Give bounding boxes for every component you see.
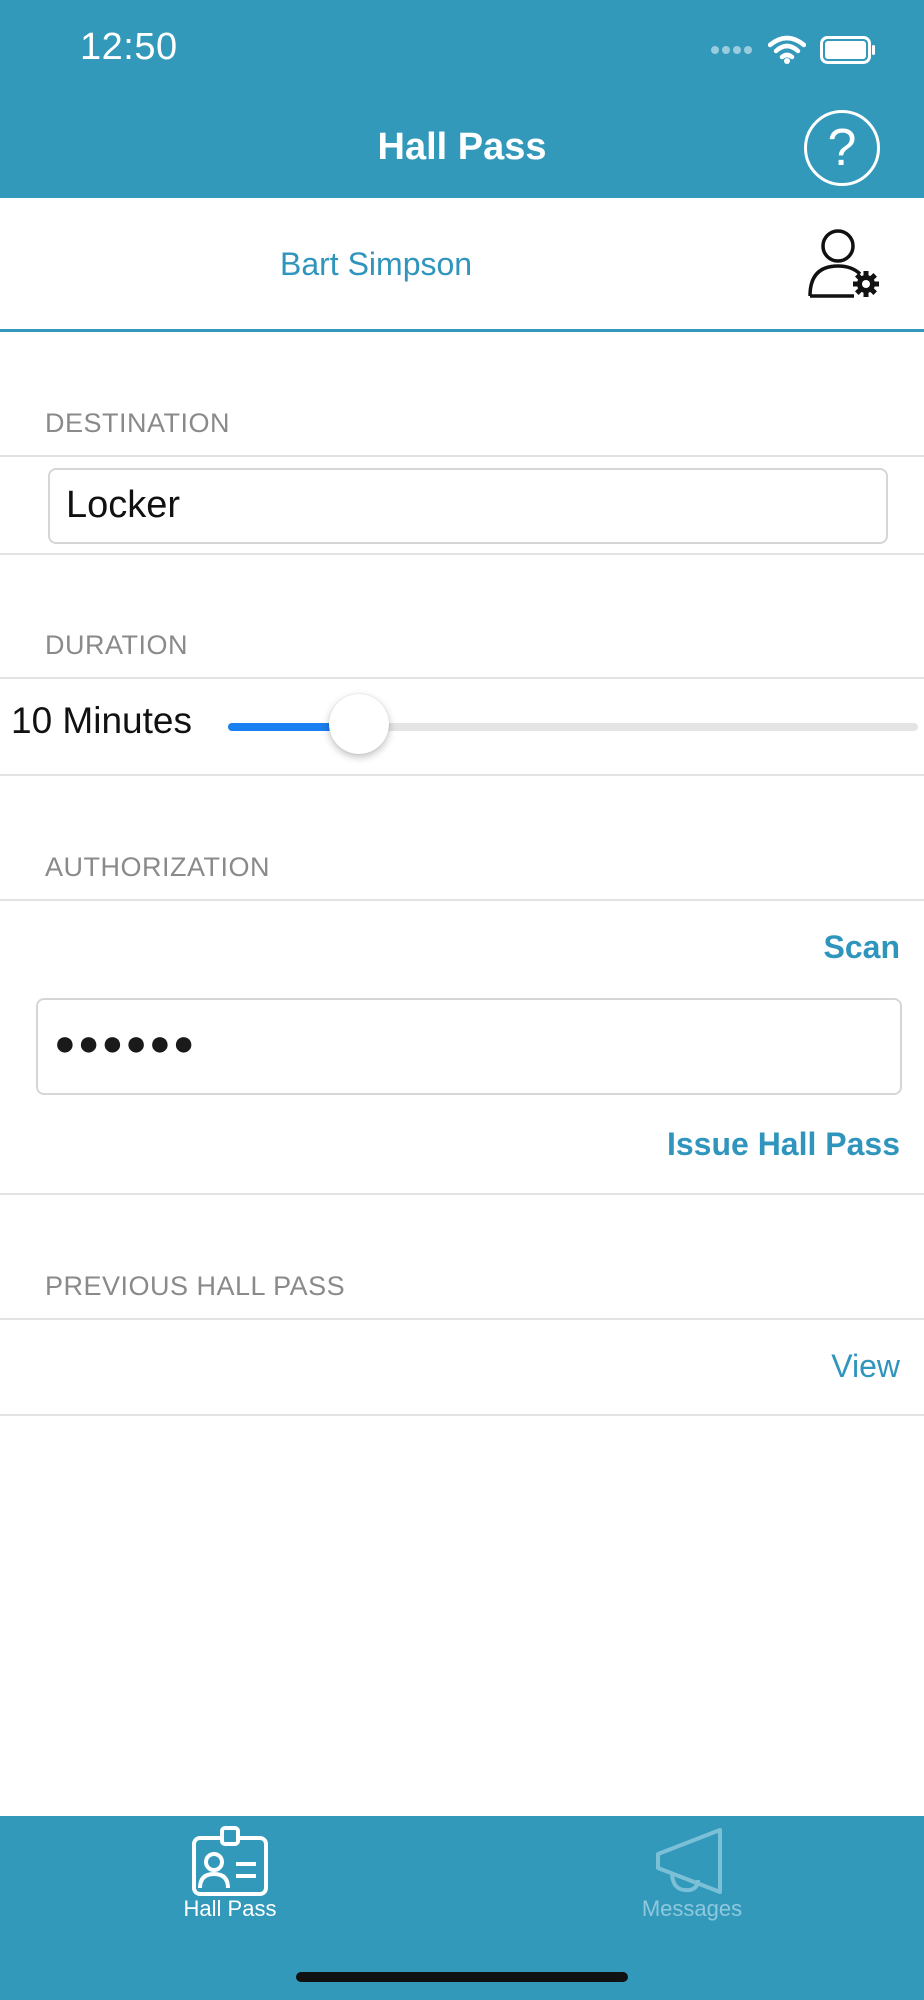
signal-icon <box>711 46 752 54</box>
authorization-label: AUTHORIZATION <box>45 852 270 882</box>
password-field[interactable]: ●●●●●● <box>36 998 902 1095</box>
destination-field[interactable]: Locker <box>48 468 888 544</box>
tab-messages[interactable]: Messages <box>592 1816 792 1936</box>
slider-thumb[interactable] <box>329 694 390 754</box>
help-button[interactable]: ? <box>804 110 880 186</box>
home-indicator <box>296 1972 628 1982</box>
divider <box>0 899 924 901</box>
megaphone-icon <box>656 1828 722 1894</box>
password-value: ●●●●●● <box>54 1022 197 1063</box>
previous-hall-pass-label: PREVIOUS HALL PASS <box>45 1271 346 1301</box>
user-gear-icon[interactable] <box>804 224 884 304</box>
destination-label: DESTINATION <box>45 408 231 438</box>
tab-label: Messages <box>641 1896 743 1921</box>
id-badge-icon <box>192 1826 268 1896</box>
status-icons <box>710 34 876 66</box>
status-time: 12:50 <box>80 26 178 68</box>
divider <box>0 1414 924 1416</box>
scan-button[interactable]: Scan <box>824 929 900 966</box>
divider <box>0 1318 924 1320</box>
user-name[interactable]: Bart Simpson <box>280 246 472 283</box>
battery-icon <box>820 36 875 64</box>
duration-label: DURATION <box>45 630 188 660</box>
divider <box>0 455 924 457</box>
divider <box>0 774 924 776</box>
page-title: Hall Pass <box>377 126 547 168</box>
status-bar: 12:50 <box>0 0 924 100</box>
divider <box>0 553 924 555</box>
divider <box>0 1193 924 1195</box>
user-header: Bart Simpson <box>0 198 924 332</box>
question-circle-icon: ? <box>827 119 857 177</box>
issue-hall-pass-button[interactable]: Issue Hall Pass <box>667 1126 900 1163</box>
divider <box>0 677 924 679</box>
duration-value: 10 Minutes <box>11 700 192 741</box>
nav-bar: Hall Pass ? <box>0 100 924 198</box>
tab-hall-pass[interactable]: Hall Pass <box>130 1816 330 1936</box>
wifi-icon <box>768 35 806 64</box>
view-button[interactable]: View <box>831 1348 900 1385</box>
tab-label: Hall Pass <box>183 1896 277 1921</box>
destination-value: Locker <box>66 484 181 526</box>
